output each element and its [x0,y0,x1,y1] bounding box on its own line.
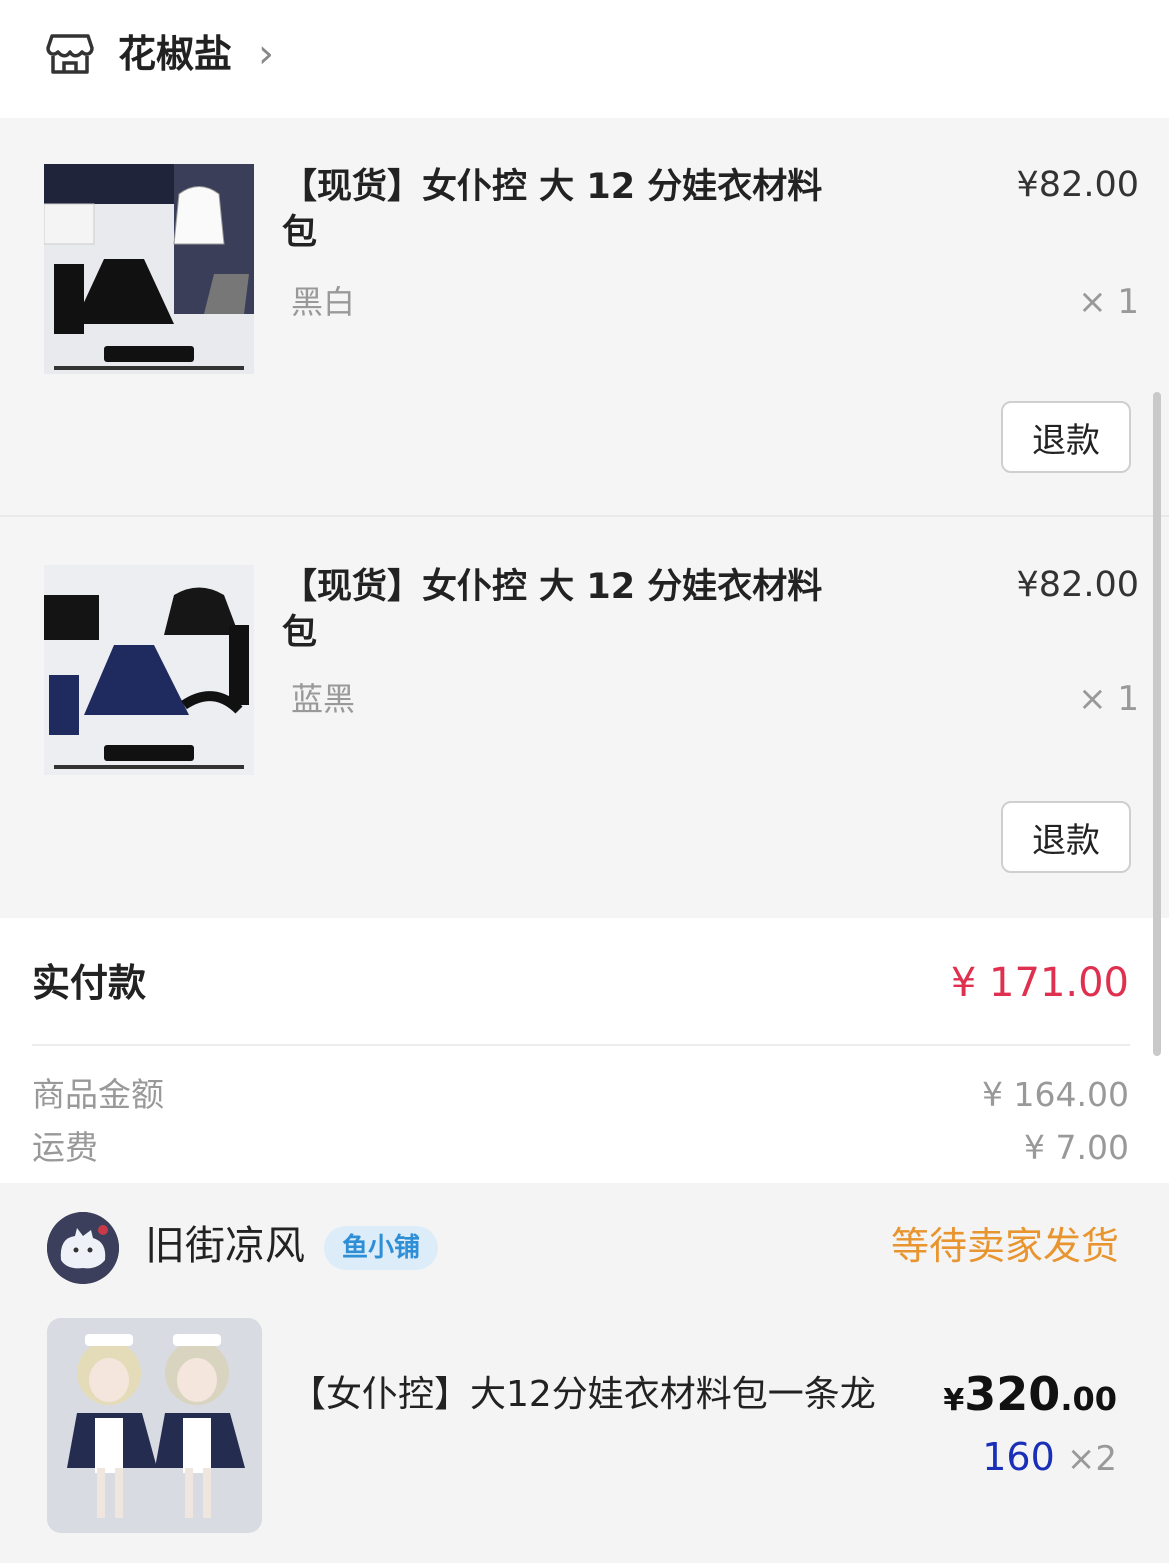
product-title[interactable]: 【女仆控】大12分娃衣材料包一条龙 [290,1366,900,1424]
chevron-right-icon[interactable]: › [258,30,274,78]
item-quantity: × 1 [1078,282,1139,322]
seller-name[interactable]: 旧街凉风 [145,1220,305,1272]
unit-price: 160 [982,1435,1055,1479]
shop-header[interactable]: 花椒盐 › [0,0,1169,118]
store-icon [46,34,94,74]
order-item: 【现货】女仆控 大 12 分娃衣材料包 ¥82.00 黑白 × 1 退款 [0,118,1169,515]
order-item: 【现货】女仆控 大 12 分娃衣材料包 ¥82.00 蓝黑 × 1 退款 [0,517,1169,918]
product-thumbnail[interactable] [47,1318,262,1533]
seller-avatar[interactable] [47,1212,119,1284]
order-status: 等待卖家发货 [890,1224,1119,1268]
item-title[interactable]: 【现货】女仆控 大 12 分娃衣材料包 [282,164,832,256]
price-decimal: .00 [1060,1380,1117,1418]
item-variant: 黑白 [291,283,356,321]
item-quantity: × 1 [1078,679,1139,719]
refund-button[interactable]: 退款 [1001,801,1131,873]
price-currency: ¥ [943,1383,965,1418]
item-title[interactable]: 【现货】女仆控 大 12 分娃衣材料包 [282,564,832,656]
item-price: ¥82.00 [1016,565,1139,605]
divider [32,1044,1130,1046]
paid-amount-value: ¥ 171.00 [950,960,1129,1006]
shop-name[interactable]: 花椒盐 [118,28,232,80]
seller-badge: 鱼小铺 [324,1226,439,1270]
item-price: ¥82.00 [1016,165,1139,205]
price-integer: 320 [964,1367,1061,1421]
product-price: ¥320.00 [943,1364,1117,1435]
goods-amount-label: 商品金额 [32,1075,164,1114]
product-quantity: ×2 [1066,1439,1117,1479]
paid-amount-label: 实付款 [32,961,147,1005]
product-thumbnail[interactable] [44,565,254,775]
goods-amount-value: ¥ 164.00 [982,1075,1129,1114]
product-thumbnail[interactable] [44,164,254,374]
unit-price-quantity: 160 ×2 [982,1432,1117,1484]
shipping-label: 运费 [32,1128,98,1167]
refund-button[interactable]: 退款 [1001,401,1131,473]
scrollbar[interactable] [1153,392,1161,1056]
item-variant: 蓝黑 [291,680,356,718]
shipping-value: ¥ 7.00 [1024,1128,1129,1167]
